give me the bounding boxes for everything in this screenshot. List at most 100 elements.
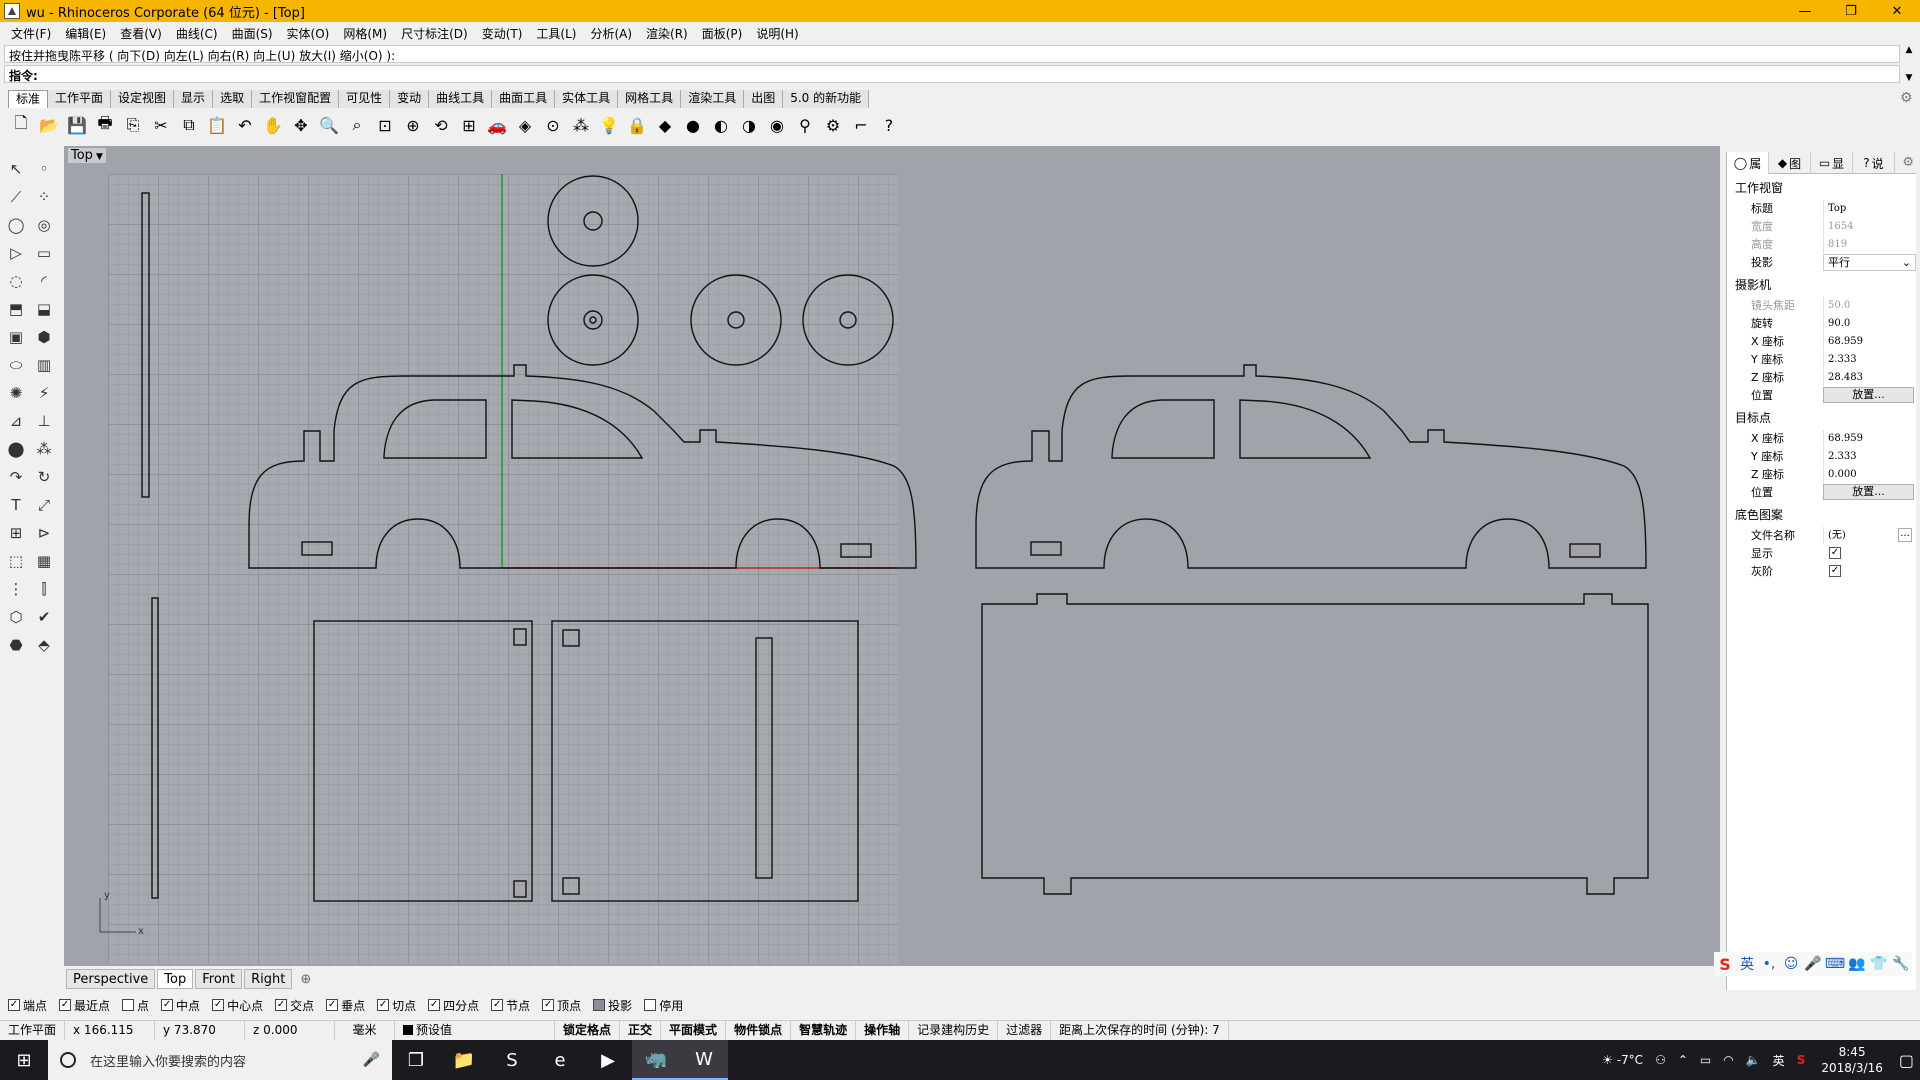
- surface-corner-icon[interactable]: ⬒: [2, 295, 30, 323]
- scroll-up-icon[interactable]: ▲: [1906, 45, 1913, 55]
- fillet-curve-icon[interactable]: ↷: [2, 463, 30, 491]
- osnap-checkbox[interactable]: ✓: [212, 999, 225, 1011]
- fillet-icon[interactable]: ✺: [2, 379, 30, 407]
- explode-icon[interactable]: ⚡: [30, 379, 58, 407]
- osnap-5[interactable]: ✓ 交点: [275, 997, 314, 1014]
- osnap-checkbox[interactable]: [122, 999, 135, 1011]
- undo-icon[interactable]: ↶: [232, 112, 258, 138]
- osnap-3[interactable]: ✓ 中点: [161, 997, 200, 1014]
- menu-item-1[interactable]: 编辑(E): [58, 25, 113, 42]
- print-icon[interactable]: 🖶: [92, 112, 118, 138]
- menu-item-11[interactable]: 渲染(R): [639, 25, 695, 42]
- render-mesh-icon[interactable]: ⬣: [2, 631, 30, 659]
- taskbar-search[interactable]: 在这里输入你要搜索的内容 🎤: [48, 1040, 392, 1080]
- transform-icon[interactable]: ⤢: [30, 491, 58, 519]
- task-view-icon[interactable]: ❐: [392, 1040, 440, 1080]
- menu-item-8[interactable]: 变动(T): [475, 25, 530, 42]
- rectangle-icon[interactable]: ▭: [30, 239, 58, 267]
- toolbar-tab-5[interactable]: 工作视窗配置: [252, 90, 340, 108]
- viewport-tab-front[interactable]: Front: [195, 969, 243, 989]
- align-icon[interactable]: ⊳: [30, 519, 58, 547]
- check-icon[interactable]: ✔: [30, 603, 58, 631]
- status-mode-4[interactable]: 智慧轨迹: [791, 1020, 857, 1041]
- microphone-icon[interactable]: 🎤: [363, 1052, 380, 1068]
- cylinder-icon[interactable]: ⬭: [2, 351, 30, 379]
- toolbar-tab-10[interactable]: 实体工具: [555, 90, 619, 108]
- pan-icon[interactable]: ✋: [260, 112, 286, 138]
- menu-item-2[interactable]: 查看(V): [113, 25, 169, 42]
- toolbar-tab-11[interactable]: 网格工具: [618, 90, 682, 108]
- toolbar-tab-1[interactable]: 工作平面: [48, 90, 112, 108]
- weather-text[interactable]: ☀ -7°C: [1602, 1053, 1643, 1067]
- close-button[interactable]: ✕: [1874, 0, 1920, 22]
- cut-icon[interactable]: ✂: [148, 112, 174, 138]
- shade-icon[interactable]: ◐: [708, 112, 734, 138]
- checkbox[interactable]: ✓: [1829, 565, 1841, 577]
- move-view-icon[interactable]: ✥: [288, 112, 314, 138]
- boolean-union-icon[interactable]: ⬤: [2, 435, 30, 463]
- users-icon[interactable]: 👥: [1846, 956, 1868, 972]
- toolbar-tab-6[interactable]: 可见性: [339, 90, 391, 108]
- toolbar-tab-3[interactable]: 显示: [174, 90, 214, 108]
- toolbar-gear-icon[interactable]: ⚙: [1900, 90, 1916, 106]
- viewport-top[interactable]: Top ▼ y x: [64, 146, 1720, 966]
- trim-icon[interactable]: ⊿: [2, 407, 30, 435]
- select-arrow-icon[interactable]: ↖: [2, 155, 30, 183]
- sogou-tray-icon[interactable]: S: [1797, 1053, 1806, 1067]
- osnap-checkbox[interactable]: ✓: [59, 999, 72, 1011]
- clock[interactable]: 8:45 2018/3/16: [1821, 1044, 1883, 1076]
- battery-icon[interactable]: ▭: [1700, 1053, 1711, 1067]
- circle-icon[interactable]: ◯: [2, 211, 30, 239]
- toolbar-tab-8[interactable]: 曲线工具: [429, 90, 493, 108]
- color-icon[interactable]: ●: [680, 112, 706, 138]
- menu-item-12[interactable]: 面板(P): [695, 25, 750, 42]
- offset-icon[interactable]: ↻: [30, 463, 58, 491]
- tray-language[interactable]: 英: [1773, 1052, 1785, 1069]
- checkbox[interactable]: ✓: [1829, 547, 1841, 559]
- projection-select[interactable]: 平行 ⌄: [1823, 253, 1916, 271]
- zoom-extents-icon[interactable]: ⊡: [372, 112, 398, 138]
- help-icon[interactable]: ?: [876, 112, 902, 138]
- osnap-checkbox[interactable]: [593, 999, 606, 1011]
- osnap-checkbox[interactable]: ✓: [491, 999, 504, 1011]
- osnap-10[interactable]: ✓ 顶点: [542, 997, 581, 1014]
- rotate-view-icon[interactable]: ⟲: [428, 112, 454, 138]
- scroll-down-icon[interactable]: ▼: [1906, 73, 1913, 83]
- panel-row-value[interactable]: 2.333: [1823, 447, 1916, 465]
- analysis-icon[interactable]: ⫿: [30, 575, 58, 603]
- box-icon[interactable]: ▣: [2, 323, 30, 351]
- arc-icon[interactable]: ◜: [30, 267, 58, 295]
- osnap-checkbox[interactable]: ✓: [8, 999, 20, 1011]
- sogou-logo-icon[interactable]: S: [1714, 955, 1736, 974]
- menu-item-9[interactable]: 工具(L): [529, 25, 583, 42]
- rhino-icon[interactable]: 🦏: [632, 1040, 680, 1080]
- menu-item-10[interactable]: 分析(A): [583, 25, 639, 42]
- grid-array-icon[interactable]: ⋮: [2, 575, 30, 603]
- minimize-button[interactable]: —: [1782, 0, 1828, 22]
- surface-patch-icon[interactable]: ⬓: [30, 295, 58, 323]
- network-icon[interactable]: ◠: [1723, 1053, 1733, 1067]
- menu-item-4[interactable]: 曲面(S): [225, 25, 280, 42]
- osnap-checkbox[interactable]: ✓: [377, 999, 390, 1011]
- toolbar-tab-0[interactable]: 标准: [8, 90, 49, 108]
- import-icon[interactable]: ⎘: [120, 112, 146, 138]
- status-extra-0[interactable]: 记录建构历史: [909, 1020, 999, 1041]
- status-mode-2[interactable]: 平面模式: [661, 1020, 727, 1041]
- emoji-icon[interactable]: ☺: [1780, 956, 1802, 972]
- explorer-icon[interactable]: 📁: [440, 1040, 488, 1080]
- status-mode-5[interactable]: 操作轴: [856, 1020, 910, 1041]
- osnap-4[interactable]: ✓ 中心点: [212, 997, 263, 1014]
- panel-tab-2[interactable]: ▭ 显: [1811, 152, 1853, 174]
- osnap-12[interactable]: 停用: [644, 997, 683, 1014]
- status-mode-0[interactable]: 锁定格点: [555, 1020, 621, 1041]
- osnap-1[interactable]: ✓ 最近点: [59, 997, 110, 1014]
- viewport-title[interactable]: Top ▼: [68, 148, 106, 163]
- toolbar-tab-9[interactable]: 曲面工具: [492, 90, 556, 108]
- points-icon[interactable]: ⁂: [568, 112, 594, 138]
- command-scrollbar[interactable]: ▲ ▼: [1902, 45, 1916, 83]
- open-icon[interactable]: 📂: [36, 112, 62, 138]
- people-icon[interactable]: ⚇: [1655, 1053, 1666, 1067]
- settings-icon[interactable]: ⚙: [820, 112, 846, 138]
- save-icon[interactable]: 💾: [64, 112, 90, 138]
- ie-icon[interactable]: e: [536, 1040, 584, 1080]
